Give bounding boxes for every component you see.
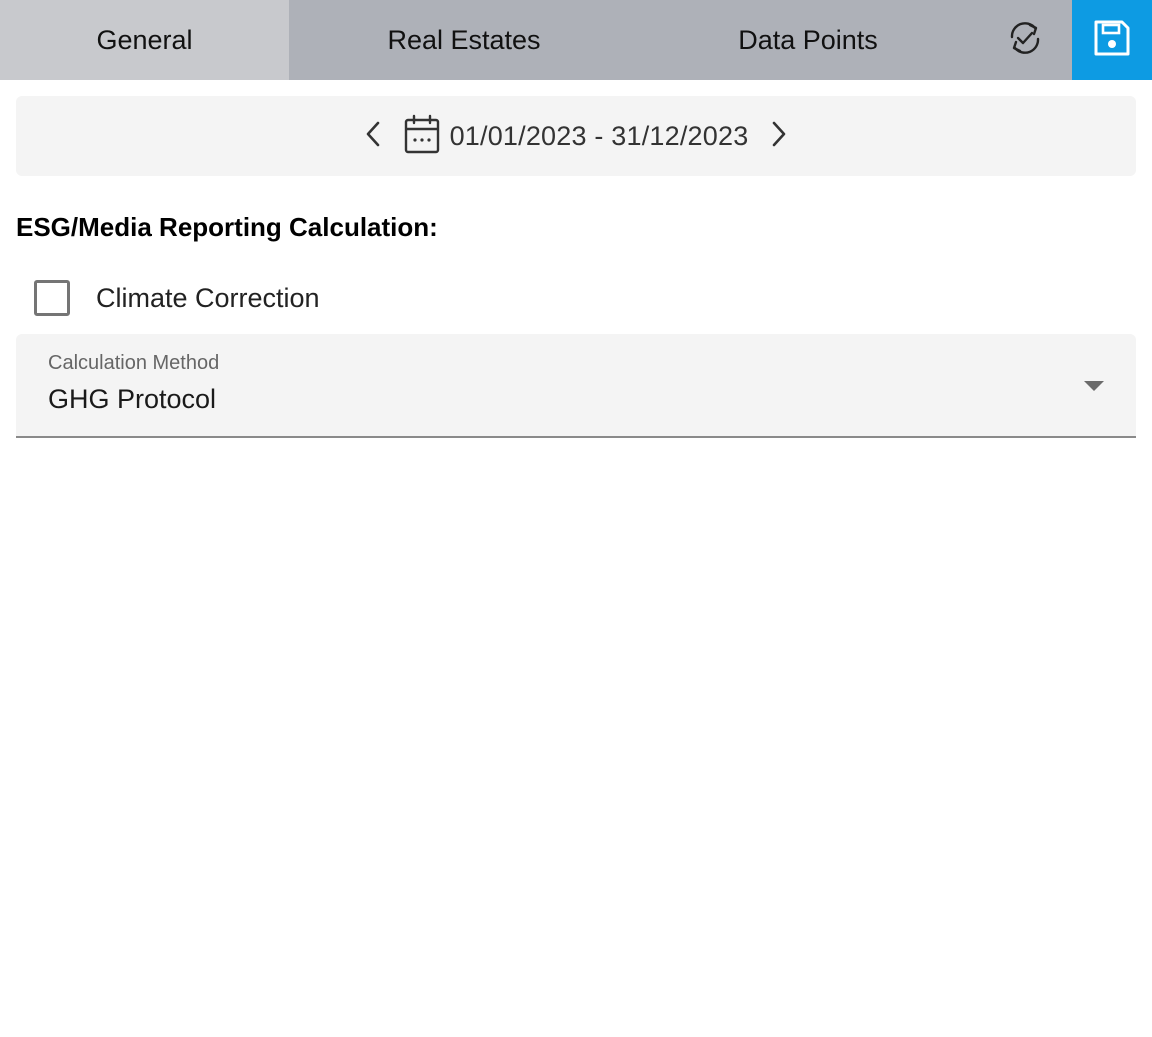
tab-bar: General Real Estates Data Points [0,0,1152,80]
chevron-left-icon [364,120,384,153]
calculation-method-select[interactable]: Calculation Method GHG Protocol [16,334,1136,438]
calculation-method-label: Calculation Method [48,352,220,374]
sync-button[interactable] [977,0,1072,80]
calculation-method-value: GHG Protocol [48,384,217,414]
previous-period-button[interactable] [354,116,394,156]
tab-data-points[interactable]: Data Points [639,0,977,80]
chevron-right-icon [768,120,788,153]
tab-real-estates[interactable]: Real Estates [289,0,639,80]
date-range-picker[interactable]: 01/01/2023 - 31/12/2023 [404,114,749,159]
next-period-button[interactable] [758,116,798,156]
save-icon [1093,19,1131,62]
save-button[interactable] [1072,0,1152,80]
climate-correction-label: Climate Correction [96,282,320,313]
sync-check-icon [1004,17,1046,64]
tab-general[interactable]: General [0,0,289,80]
climate-correction-checkbox[interactable] [34,280,70,316]
date-range-text: 01/01/2023 - 31/12/2023 [449,120,749,151]
dropdown-caret-icon [1084,381,1104,391]
calendar-icon [404,114,440,159]
climate-correction-row[interactable]: Climate Correction [34,280,320,316]
date-range-bar: 01/01/2023 - 31/12/2023 [16,96,1136,176]
section-title: ESG/Media Reporting Calculation: [16,212,438,242]
